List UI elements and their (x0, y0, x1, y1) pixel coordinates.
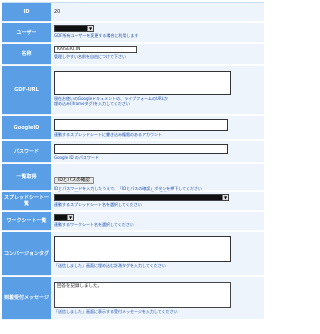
message-textarea[interactable]: 回答を記録しました。 (54, 282, 231, 308)
password-help: Google ID のパスワード (54, 155, 99, 160)
password-input[interactable] (54, 144, 228, 154)
row-googleid: GoogleID 連動するスプレッドシートに書き込み権限のあるアカウント (2, 116, 264, 141)
spreadsheet-select[interactable]: ▼ (54, 194, 229, 201)
row-id: ID 20 (2, 3, 264, 23)
message-help: 「送信しました」画面に表示する受付メッセージを入力してください (54, 309, 178, 314)
gdf-url-textarea[interactable] (54, 71, 231, 95)
gdf-url-help: 現在お使いのGoogleドキュメントの、ライブフォームのURLか 埋め込み(if… (54, 96, 168, 106)
row-worksheet: ワークシート一覧 ▼ 連動するワークシート名を選択してください (2, 212, 264, 232)
check-id-pass-button[interactable]: IDとパスの確認 (54, 177, 94, 184)
worksheet-select-value (55, 215, 67, 220)
label-worksheet: ワークシート一覧 (2, 212, 51, 231)
chevron-down-icon: ▼ (87, 26, 93, 31)
label-gdf-url: GDF-URL (2, 66, 51, 115)
name-input[interactable]: KAISEKI.IN (54, 46, 137, 53)
label-name: 名称 (2, 44, 51, 65)
label-password: パスワード (2, 141, 51, 163)
value-cell-conversion-tag: 「送信しました」画面に埋め込む計測タグを入力してください (51, 232, 264, 276)
row-spreadsheet: スプレッドシート一覧 ▼ 連動するスプレッドシート名を選択してください (2, 192, 264, 212)
settings-form: ID 20 ユーザー ▼ GDF所有ユーザーを変更する場合に利用します 名称 K… (2, 2, 264, 321)
row-name: 名称 KAISEKI.IN 管理しやすい名前を自由につけて下さい (2, 44, 264, 66)
label-spreadsheet: スプレッドシート一覧 (2, 192, 51, 211)
spreadsheet-help: 連動するスプレッドシート名を選択してください (54, 202, 142, 207)
name-help: 管理しやすい名前を自由につけて下さい (54, 54, 126, 59)
row-message: 到着受付メッセージ 回答を記録しました。 「送信しました」画面に表示する受付メッ… (2, 277, 264, 321)
googleid-input[interactable] (54, 119, 228, 131)
label-googleid: GoogleID (2, 116, 51, 140)
label-list-fetch: 一覧取得 (2, 164, 51, 191)
value-cell-user: ▼ GDF所有ユーザーを変更する場合に利用します (51, 23, 264, 43)
label-message: 到着受付メッセージ (2, 277, 51, 320)
user-select-value (55, 26, 87, 31)
user-select[interactable]: ▼ (54, 25, 94, 32)
label-user: ユーザー (2, 23, 51, 43)
worksheet-select[interactable]: ▼ (54, 214, 74, 221)
row-gdf-url: GDF-URL 現在お使いのGoogleドキュメントの、ライブフォームのURLか… (2, 66, 264, 116)
row-password: パスワード Google ID のパスワード (2, 141, 264, 164)
worksheet-help: 連動するワークシート名を選択してください (54, 222, 134, 227)
row-user: ユーザー ▼ GDF所有ユーザーを変更する場合に利用します (2, 23, 264, 44)
label-conversion-tag: コンバージョンタグ (2, 232, 51, 276)
value-cell-googleid: 連動するスプレッドシートに書き込み権限のあるアカウント (51, 116, 264, 140)
label-id: ID (2, 3, 51, 22)
googleid-help: 連動するスプレッドシートに書き込み権限のあるアカウント (54, 132, 162, 137)
chevron-down-icon: ▼ (67, 215, 73, 220)
user-help: GDF所有ユーザーを変更する場合に利用します (54, 33, 139, 38)
row-conversion-tag: コンバージョンタグ 「送信しました」画面に埋め込む計測タグを入力してください (2, 232, 264, 277)
value-cell-list-fetch: IDとパスの確認 IDとパスワードを入力したうえで、「IDとパスの確認」ボタンを… (51, 164, 264, 196)
value-cell-gdf-url: 現在お使いのGoogleドキュメントの、ライブフォームのURLか 埋め込み(if… (51, 66, 264, 115)
id-value: 20 (54, 8, 61, 15)
chevron-down-icon: ▼ (222, 195, 228, 200)
conversion-tag-help: 「送信しました」画面に埋め込む計測タグを入力してください (54, 263, 166, 268)
spreadsheet-select-value (55, 195, 222, 200)
value-cell-id: 20 (51, 3, 264, 22)
value-cell-spreadsheet: ▼ 連動するスプレッドシート名を選択してください (51, 192, 264, 211)
value-cell-message: 回答を記録しました。 「送信しました」画面に表示する受付メッセージを入力してくだ… (51, 277, 264, 320)
conversion-tag-textarea[interactable] (54, 236, 231, 262)
value-cell-worksheet: ▼ 連動するワークシート名を選択してください (51, 212, 264, 231)
value-cell-name: KAISEKI.IN 管理しやすい名前を自由につけて下さい (51, 44, 264, 65)
value-cell-password: Google ID のパスワード (51, 141, 264, 163)
row-list-fetch: 一覧取得 IDとパスの確認 IDとパスワードを入力したうえで、「IDとパスの確認… (2, 164, 264, 196)
